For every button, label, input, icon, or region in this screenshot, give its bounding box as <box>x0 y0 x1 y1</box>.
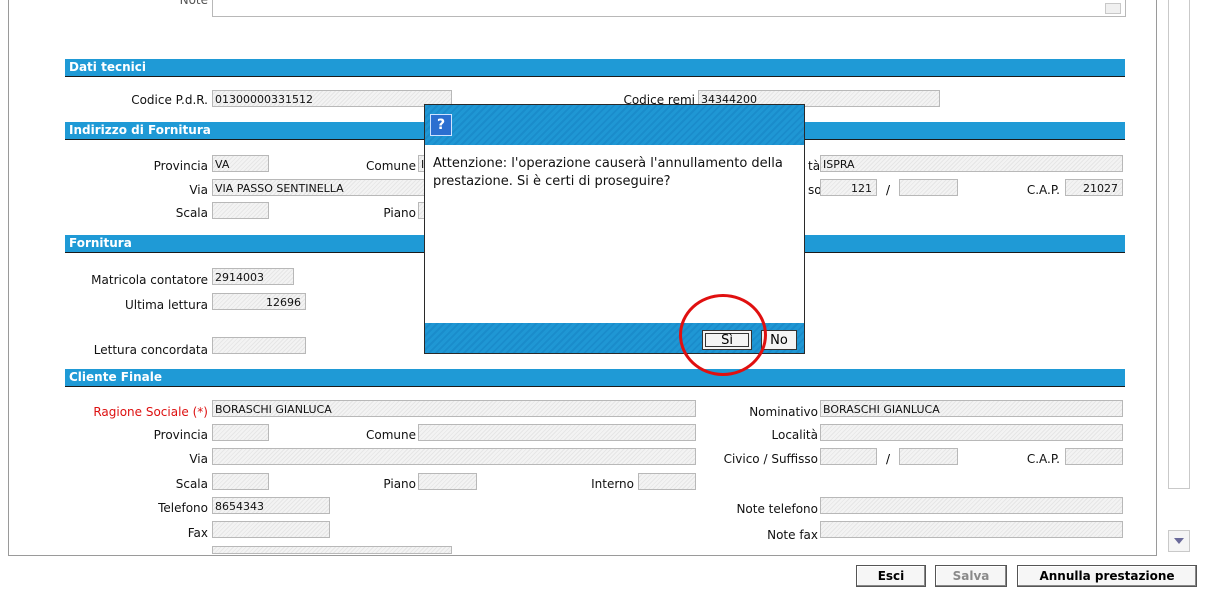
cliente-suffisso-field[interactable] <box>899 448 958 465</box>
cliente-localita-label: Località <box>771 428 819 442</box>
ragione-sociale-field[interactable]: BORASCHI GIANLUCA <box>212 400 696 417</box>
provincia-field[interactable]: VA <box>212 155 269 172</box>
section-dati-tecnici: Dati tecnici <box>65 59 1125 77</box>
localita-label: tà <box>808 159 821 173</box>
cliente-cap-field[interactable] <box>1065 448 1123 465</box>
fax-label: Fax <box>187 526 208 540</box>
localita-field[interactable]: ISPRA <box>820 155 1123 172</box>
cliente-piano-field[interactable] <box>418 473 477 490</box>
no-button[interactable]: No <box>761 330 797 350</box>
ultima-lettura-field[interactable]: 12696 <box>212 293 306 310</box>
cliente-comune-field[interactable] <box>418 424 696 441</box>
section-cliente-finale: Cliente Finale <box>65 369 1125 387</box>
suffisso-field[interactable] <box>899 179 958 196</box>
cliente-civico-field[interactable] <box>820 448 877 465</box>
matricola-field[interactable]: 2914003 <box>212 268 294 285</box>
cliente-provincia-label: Provincia <box>153 428 208 442</box>
fax-field[interactable] <box>212 521 330 538</box>
confirm-dialog: ? Attenzione: l'operazione causerà l'ann… <box>424 104 805 354</box>
note-fax-field[interactable] <box>820 521 1123 538</box>
salva-button[interactable]: Salva <box>935 565 1007 587</box>
note-telefono-label: Note telefono <box>736 502 818 516</box>
cliente-suffisso-separator: / <box>886 452 891 466</box>
civico-field[interactable]: 121 <box>820 179 877 196</box>
cliente-interno-field[interactable] <box>638 473 696 490</box>
lettura-concordata-label: Lettura concordata <box>93 343 208 357</box>
cliente-cap-label: C.A.P. <box>1026 452 1060 466</box>
dialog-message: Attenzione: l'operazione causerà l'annul… <box>433 156 783 189</box>
piano-label: Piano <box>383 206 416 220</box>
cap-field[interactable]: 21027 <box>1065 179 1123 196</box>
cliente-localita-field[interactable] <box>820 424 1123 441</box>
question-icon: ? <box>430 114 452 136</box>
vertical-scrollbar[interactable] <box>1168 0 1190 489</box>
lettura-concordata-field[interactable] <box>212 337 306 354</box>
cliente-comune-label: Comune <box>365 428 416 442</box>
cliente-via-field[interactable] <box>212 448 696 465</box>
scroll-down-arrow-icon[interactable] <box>1168 530 1190 552</box>
via-field[interactable]: VIA PASSO SENTINELLA <box>212 179 426 196</box>
cliente-scala-label: Scala <box>175 477 208 491</box>
telefono-field[interactable]: 8654343 <box>212 497 330 514</box>
provincia-label: Provincia <box>153 159 208 173</box>
note-field[interactable] <box>212 0 1126 17</box>
cliente-provincia-field[interactable] <box>212 424 269 441</box>
ragione-sociale-label: Ragione Sociale (*) <box>93 405 208 419</box>
via-label: Via <box>189 183 208 197</box>
matricola-label: Matricola contatore <box>91 273 208 287</box>
ultima-lettura-label: Ultima lettura <box>124 298 208 312</box>
note-fax-label: Note fax <box>767 528 818 542</box>
scala-field[interactable] <box>212 202 269 219</box>
cliente-interno-label: Interno <box>591 477 634 491</box>
email-field-partial[interactable] <box>212 546 452 554</box>
nominativo-field[interactable]: BORASCHI GIANLUCA <box>820 400 1123 417</box>
scala-label: Scala <box>175 206 208 220</box>
cap-label: C.A.P. <box>1026 183 1060 197</box>
note-telefono-field[interactable] <box>820 497 1123 514</box>
telefono-label: Telefono <box>158 501 208 515</box>
annulla-prestazione-button[interactable]: Annulla prestazione <box>1017 565 1197 587</box>
comune-label: Comune <box>365 159 416 173</box>
civico-label: so <box>808 183 822 197</box>
esci-button[interactable]: Esci <box>856 565 926 587</box>
suffisso-separator: / <box>886 183 891 197</box>
cliente-scala-field[interactable] <box>212 473 269 490</box>
note-expand-icon[interactable] <box>1105 3 1121 14</box>
yes-button[interactable]: Sì <box>702 330 752 350</box>
dialog-titlebar: ? <box>425 105 804 145</box>
note-label: Note <box>179 0 208 7</box>
codice-pdr-label: Codice P.d.R. <box>131 93 208 107</box>
cliente-civico-label: Civico / Suffisso <box>723 452 818 466</box>
nominativo-label: Nominativo <box>749 405 818 419</box>
codice-pdr-field[interactable]: 01300000331512 <box>212 90 452 107</box>
cliente-piano-label: Piano <box>383 477 416 491</box>
cliente-via-label: Via <box>189 452 208 466</box>
